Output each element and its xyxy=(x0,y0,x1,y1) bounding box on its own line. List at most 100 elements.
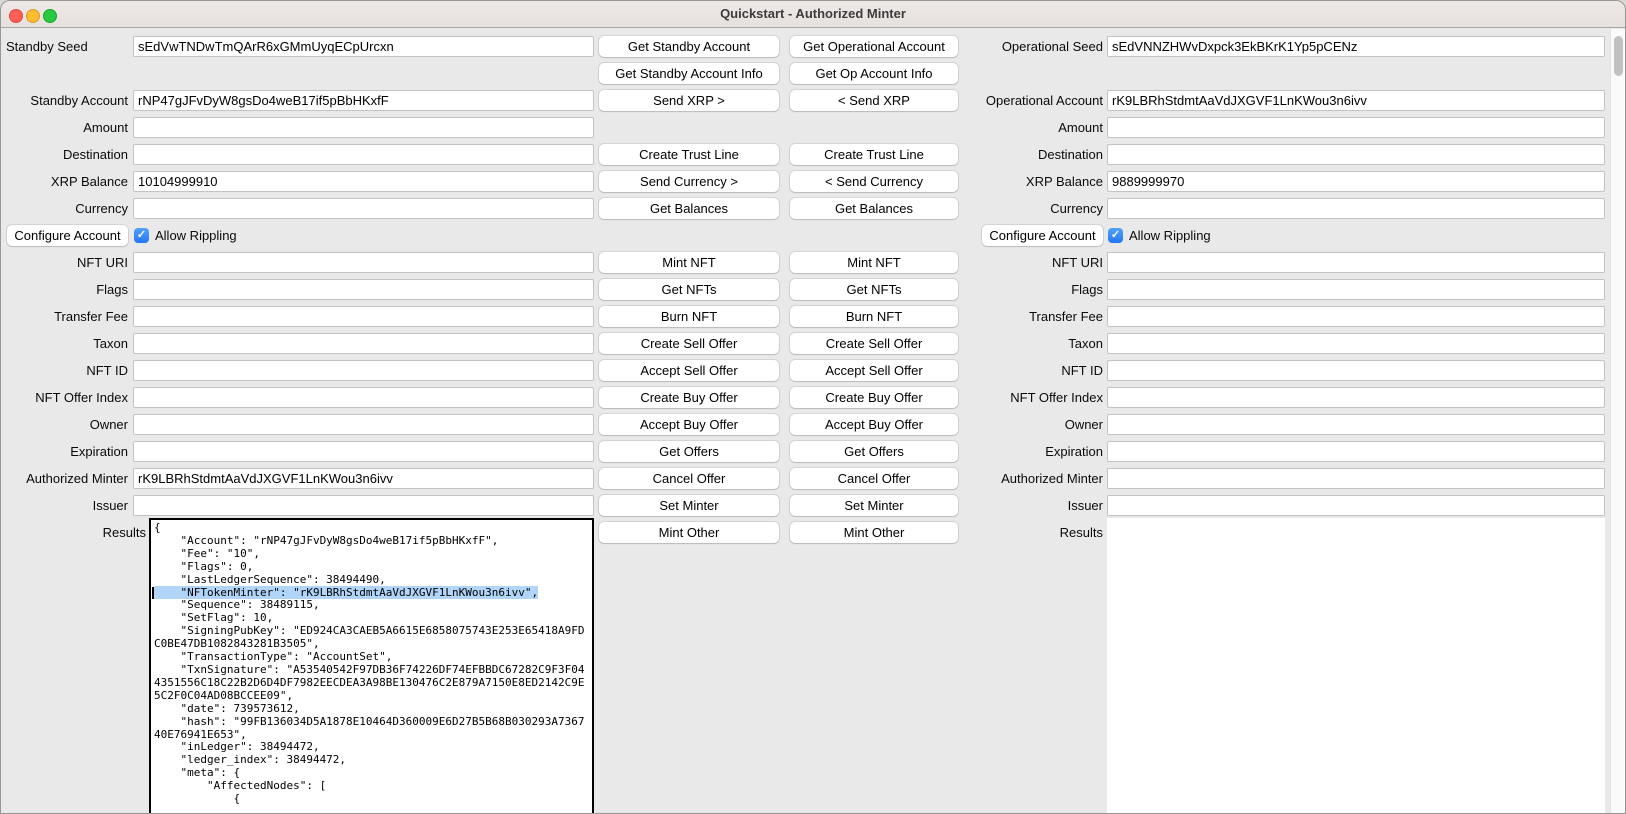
operational-authorized-minter-label: Authorized Minter xyxy=(901,468,1103,489)
close-button[interactable] xyxy=(9,9,23,23)
standby-taxon-input[interactable] xyxy=(133,333,594,354)
operational-destination-input[interactable] xyxy=(1107,144,1605,165)
standby-create-buy-offer-button[interactable]: Create Buy Offer xyxy=(599,387,779,408)
standby-destination-label: Destination xyxy=(1,144,128,165)
operational-nft-offer-index-label: NFT Offer Index xyxy=(901,387,1103,408)
standby-send-currency-button[interactable]: Send Currency > xyxy=(599,171,779,192)
standby-expiration-label: Expiration xyxy=(1,441,128,462)
operational-flags-label: Flags xyxy=(901,279,1103,300)
standby-mint-nft-button[interactable]: Mint NFT xyxy=(599,252,779,273)
standby-expiration-input[interactable] xyxy=(133,441,594,462)
operational-nft-id-label: NFT ID xyxy=(901,360,1103,381)
operational-expiration-label: Expiration xyxy=(901,441,1103,462)
get-standby-account-button[interactable]: Get Standby Account xyxy=(599,36,779,57)
operational-amount-input[interactable] xyxy=(1107,117,1605,138)
standby-accept-sell-offer-button[interactable]: Accept Sell Offer xyxy=(599,360,779,381)
operational-account-label: Operational Account xyxy=(901,90,1103,111)
standby-get-offers-button[interactable]: Get Offers xyxy=(599,441,779,462)
standby-account-input[interactable]: rNP47gJFvDyW8gsDo4weB17if5pBbHKxfF xyxy=(133,90,594,111)
titlebar: Quickstart - Authorized Minter xyxy=(1,1,1625,28)
standby-amount-input[interactable] xyxy=(133,117,594,138)
operational-authorized-minter-input[interactable] xyxy=(1107,468,1605,489)
standby-owner-label: Owner xyxy=(1,414,128,435)
operational-seed-label: Operational Seed xyxy=(901,36,1103,57)
operational-transfer-fee-input[interactable] xyxy=(1107,306,1605,327)
standby-nft-uri-label: NFT URI xyxy=(1,252,128,273)
standby-accept-buy-offer-button[interactable]: Accept Buy Offer xyxy=(599,414,779,435)
standby-allow-rippling-checkbox[interactable]: ✓ xyxy=(134,228,149,243)
operational-flags-input[interactable] xyxy=(1107,279,1605,300)
operational-nft-id-input[interactable] xyxy=(1107,360,1605,381)
operational-seed-input[interactable]: sEdVNNZHWvDxpck3EkBKrK1Yp5pCENz xyxy=(1107,36,1605,57)
get-op-account-info-button[interactable]: Get Op Account Info xyxy=(790,63,958,84)
operational-nft-uri-label: NFT URI xyxy=(901,252,1103,273)
standby-issuer-input[interactable] xyxy=(133,495,594,516)
operational-destination-label: Destination xyxy=(901,144,1103,165)
operational-taxon-input[interactable] xyxy=(1107,333,1605,354)
standby-currency-label: Currency xyxy=(1,198,128,219)
operational-transfer-fee-label: Transfer Fee xyxy=(901,306,1103,327)
standby-nft-uri-input[interactable] xyxy=(133,252,594,273)
operational-expiration-input[interactable] xyxy=(1107,441,1605,462)
standby-amount-label: Amount xyxy=(1,117,128,138)
standby-seed-input[interactable]: sEdVwTNDwTmQArR6xGMmUyqECpUrcxn xyxy=(133,36,594,57)
standby-burn-nft-button[interactable]: Burn NFT xyxy=(599,306,779,327)
standby-nft-id-label: NFT ID xyxy=(1,360,128,381)
app-window: Quickstart - Authorized Minter Standby S… xyxy=(0,0,1626,814)
results-line: "LastLedgerSequence": 38494490, xyxy=(154,574,592,587)
standby-seed-label: Standby Seed xyxy=(6,36,88,57)
standby-nft-offer-index-input[interactable] xyxy=(133,387,594,408)
operational-currency-input[interactable] xyxy=(1107,198,1605,219)
standby-flags-input[interactable] xyxy=(133,279,594,300)
standby-get-nfts-button[interactable]: Get NFTs xyxy=(599,279,779,300)
operational-currency-label: Currency xyxy=(901,198,1103,219)
standby-transfer-fee-input[interactable] xyxy=(133,306,594,327)
window-title: Quickstart - Authorized Minter xyxy=(1,1,1625,27)
operational-nft-uri-input[interactable] xyxy=(1107,252,1605,273)
standby-flags-label: Flags xyxy=(1,279,128,300)
operational-issuer-input[interactable] xyxy=(1107,495,1605,516)
operational-nft-offer-index-input[interactable] xyxy=(1107,387,1605,408)
standby-configure-account-button[interactable]: Configure Account xyxy=(7,225,128,246)
operational-owner-label: Owner xyxy=(901,414,1103,435)
standby-nft-offer-index-label: NFT Offer Index xyxy=(1,387,128,408)
operational-issuer-label: Issuer xyxy=(901,495,1103,516)
standby-taxon-label: Taxon xyxy=(1,333,128,354)
standby-authorized-minter-input[interactable]: rK9LBRhStdmtAaVdJXGVF1LnKWou3n6ivv xyxy=(133,468,594,489)
operational-allow-rippling-label: Allow Rippling xyxy=(1129,225,1211,246)
operational-results-label: Results xyxy=(901,522,1103,543)
operational-allow-rippling-checkbox[interactable]: ✓ xyxy=(1108,228,1123,243)
operational-xrp-balance-label: XRP Balance xyxy=(901,171,1103,192)
standby-create-sell-offer-button[interactable]: Create Sell Offer xyxy=(599,333,779,354)
vertical-scrollbar[interactable] xyxy=(1610,29,1626,814)
standby-set-minter-button[interactable]: Set Minter xyxy=(599,495,779,516)
operational-taxon-label: Taxon xyxy=(901,333,1103,354)
standby-get-balances-button[interactable]: Get Balances xyxy=(599,198,779,219)
operational-account-input[interactable]: rK9LBRhStdmtAaVdJXGVF1LnKWou3n6ivv xyxy=(1107,90,1605,111)
zoom-button[interactable] xyxy=(43,9,57,23)
standby-allow-rippling-label: Allow Rippling xyxy=(155,225,237,246)
standby-xrp-balance-input[interactable]: 10104999910 xyxy=(133,171,594,192)
standby-nft-id-input[interactable] xyxy=(133,360,594,381)
minimize-button[interactable] xyxy=(26,9,40,23)
standby-authorized-minter-label: Authorized Minter xyxy=(1,468,128,489)
standby-issuer-label: Issuer xyxy=(1,495,128,516)
standby-destination-input[interactable] xyxy=(133,144,594,165)
standby-cancel-offer-button[interactable]: Cancel Offer xyxy=(599,468,779,489)
standby-xrp-balance-label: XRP Balance xyxy=(1,171,128,192)
operational-results-textarea[interactable] xyxy=(1107,518,1605,814)
standby-owner-input[interactable] xyxy=(133,414,594,435)
operational-owner-input[interactable] xyxy=(1107,414,1605,435)
operational-amount-label: Amount xyxy=(901,117,1103,138)
operational-configure-account-button[interactable]: Configure Account xyxy=(982,225,1103,246)
scrollbar-thumb[interactable] xyxy=(1614,36,1623,76)
standby-results-textarea[interactable]: { "Account": "rNP47gJFvDyW8gsDo4weB17if5… xyxy=(149,518,594,814)
standby-transfer-fee-label: Transfer Fee xyxy=(1,306,128,327)
operational-xrp-balance-input[interactable]: 9889999970 xyxy=(1107,171,1605,192)
standby-mint-other-button[interactable]: Mint Other xyxy=(599,522,779,543)
standby-send-xrp-button[interactable]: Send XRP > xyxy=(599,90,779,111)
results-line: { xyxy=(154,793,592,806)
standby-create-trust-line-button[interactable]: Create Trust Line xyxy=(599,144,779,165)
standby-currency-input[interactable] xyxy=(133,198,594,219)
get-standby-account-info-button[interactable]: Get Standby Account Info xyxy=(599,63,779,84)
